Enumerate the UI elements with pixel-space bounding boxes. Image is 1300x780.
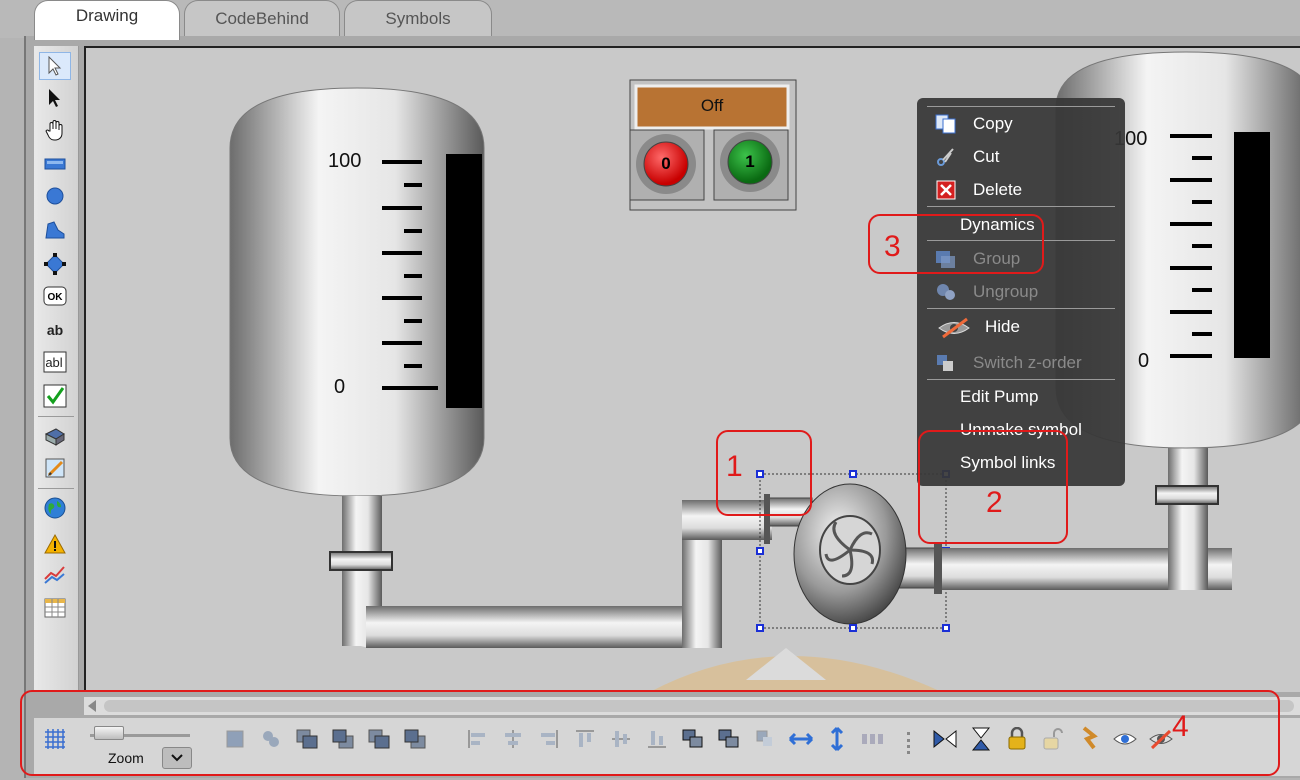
- image-icon[interactable]: [39, 454, 71, 482]
- ellipse-icon[interactable]: [39, 182, 71, 210]
- svg-text:abl: abl: [45, 355, 62, 370]
- watermark-logo: [649, 648, 942, 692]
- tab-symbols[interactable]: Symbols: [344, 0, 492, 36]
- menu-item-cut[interactable]: Cut: [927, 142, 1117, 172]
- annotation-label-2: 2: [986, 486, 1003, 519]
- 3d-shape-icon[interactable]: [39, 422, 71, 450]
- tank-right-scale-bottom: 0: [1138, 350, 1150, 372]
- rectangle-icon[interactable]: [39, 150, 71, 178]
- menu-item-delete[interactable]: Delete: [927, 175, 1117, 205]
- svg-text:ab: ab: [47, 322, 63, 338]
- z-order-icon: [935, 353, 957, 373]
- pointer-icon[interactable]: [39, 52, 71, 80]
- tab-codebehind[interactable]: CodeBehind: [184, 0, 340, 36]
- button-icon[interactable]: OK: [39, 282, 71, 310]
- pan-hand-icon[interactable]: [39, 116, 71, 144]
- tank-left-scale-top: 100: [328, 150, 362, 172]
- annotation-box-4: [20, 690, 1280, 776]
- annotation-label-1: 1: [726, 450, 743, 483]
- level-bar-left: [446, 154, 482, 408]
- textbox-icon[interactable]: abl: [39, 348, 71, 376]
- pump-status-label: Off: [700, 96, 724, 115]
- node-edit-icon[interactable]: [39, 250, 71, 278]
- menu-item-switch-z-order[interactable]: Switch z-order: [927, 348, 1117, 378]
- delete-icon: [935, 180, 957, 200]
- tank-left-scale-bottom: 0: [334, 376, 346, 398]
- menu-item-ungroup[interactable]: Ungroup: [927, 277, 1117, 307]
- trend-icon[interactable]: [39, 560, 71, 588]
- pump-on-button[interactable]: 1: [735, 152, 765, 172]
- hide-icon: [937, 317, 971, 339]
- web-browser-icon[interactable]: [39, 494, 71, 522]
- ungroup-icon: [935, 282, 957, 302]
- tab-bar: Drawing CodeBehind Symbols: [0, 0, 1300, 40]
- menu-item-edit-pump[interactable]: Edit Pump: [927, 382, 1117, 412]
- toolbox: OK ab abl: [34, 46, 79, 692]
- text-icon[interactable]: ab: [39, 316, 71, 344]
- scissors-icon: [935, 147, 957, 167]
- menu-item-copy[interactable]: Copy: [927, 109, 1117, 139]
- copy-icon: [935, 114, 957, 134]
- annotation-label-3: 3: [884, 230, 901, 263]
- direct-select-icon[interactable]: [39, 84, 71, 112]
- annotation-label-4: 4: [1172, 710, 1189, 743]
- svg-text:OK: OK: [48, 292, 64, 303]
- table-icon[interactable]: [39, 594, 71, 622]
- pump-off-button[interactable]: 0: [651, 154, 681, 174]
- alarm-icon[interactable]: [39, 530, 71, 558]
- checkbox-icon[interactable]: [39, 382, 71, 410]
- level-bar-right: [1234, 132, 1270, 358]
- context-menu: Copy Cut Delete Dynamics Group Ungroup H…: [917, 98, 1125, 486]
- pipe-left[interactable]: [329, 496, 772, 648]
- menu-item-hide[interactable]: Hide: [927, 312, 1117, 342]
- tab-drawing[interactable]: Drawing: [34, 0, 180, 40]
- polygon-icon[interactable]: [39, 216, 71, 244]
